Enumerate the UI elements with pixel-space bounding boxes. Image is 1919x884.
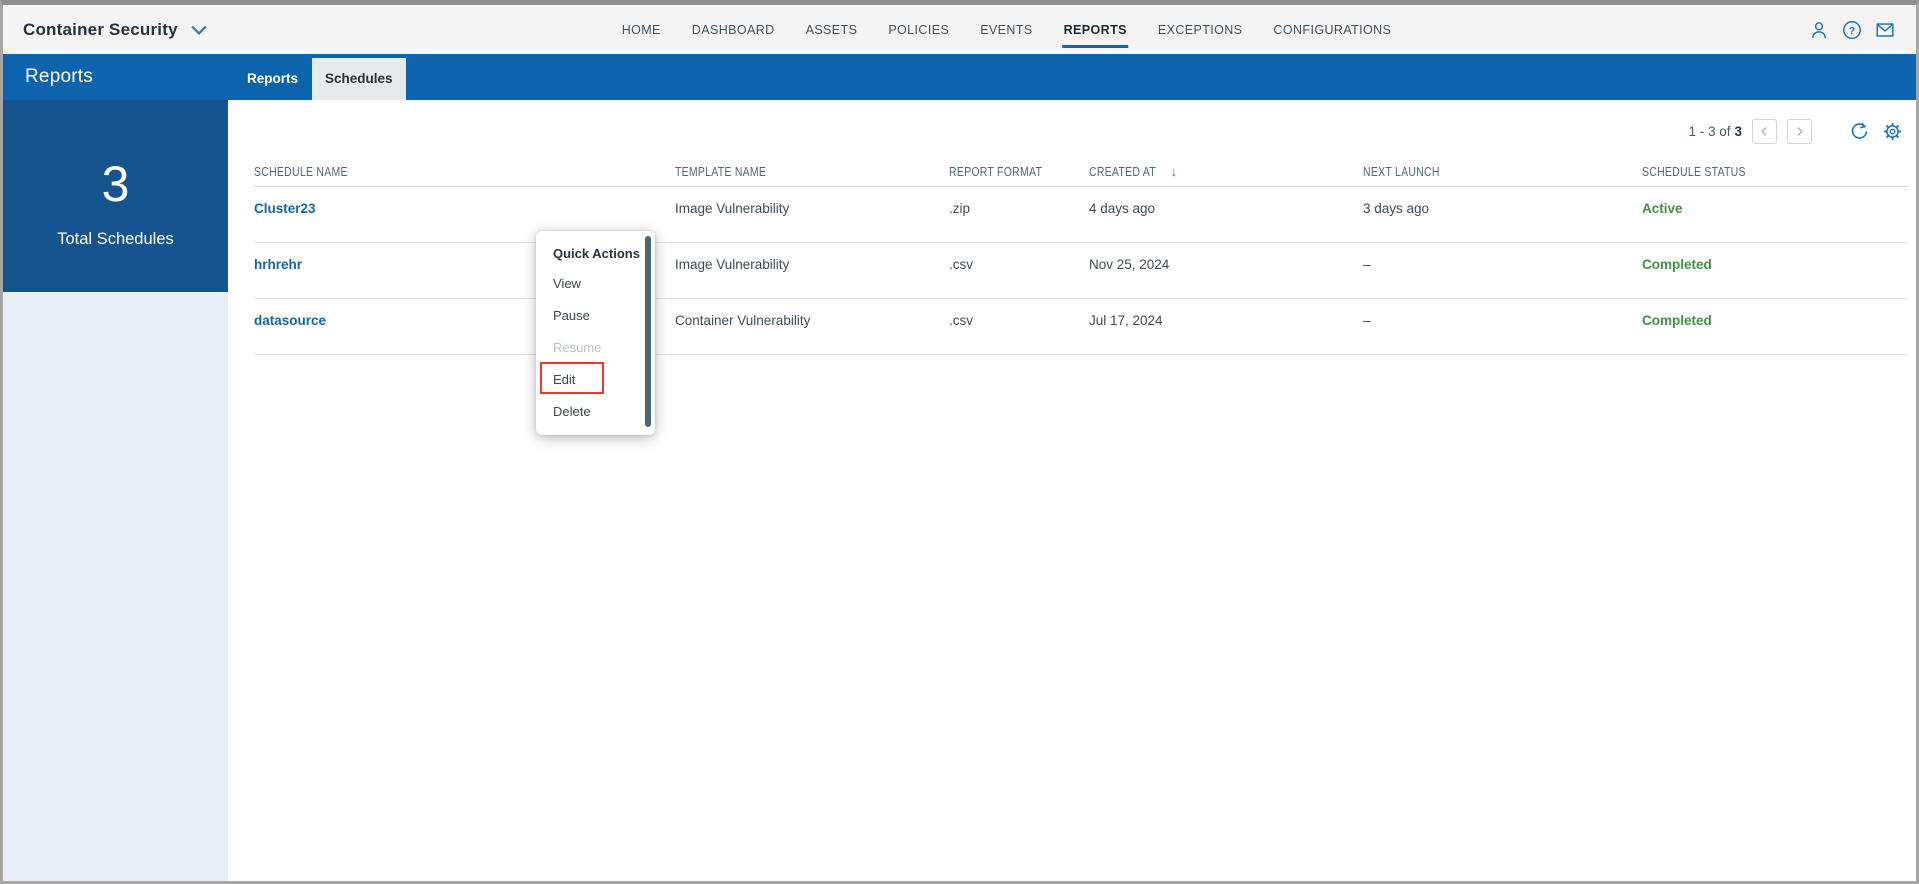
nav-item-assets[interactable]: ASSETS — [806, 23, 858, 37]
refresh-button[interactable] — [1848, 120, 1871, 143]
column-header-schedule-name[interactable]: SCHEDULE NAME — [254, 165, 675, 179]
status-badge: Active — [1642, 201, 1683, 216]
nav-item-configurations[interactable]: CONFIGURATIONS — [1273, 23, 1391, 37]
sidebar: 3 Total Schedules — [3, 100, 228, 881]
cell-next-launch: 3 days ago — [1363, 201, 1430, 216]
toolbar: 1 - 3 of 3 — [228, 100, 1916, 157]
content: 1 - 3 of 3 SCHEDULE NAME TEMPLATE NAME R… — [228, 100, 1916, 881]
cell-created-at: Nov 25, 2024 — [1089, 257, 1170, 272]
status-badge: Completed — [1642, 313, 1712, 328]
svg-text:?: ? — [1849, 24, 1855, 36]
app-header: Container Security HOME DASHBOARD ASSETS… — [3, 5, 1916, 54]
table-row: Cluster23 Image Vulnerability .zip 4 day… — [254, 187, 1908, 243]
settings-button[interactable] — [1882, 121, 1903, 142]
menu-scrollbar[interactable] — [645, 236, 651, 427]
page-bar: Reports Reports Schedules — [3, 54, 1916, 100]
chevron-right-icon — [1797, 127, 1803, 136]
top-nav: HOME DASHBOARD ASSETS POLICIES EVENTS RE… — [622, 23, 1392, 48]
menu-item-pause[interactable]: Pause — [536, 300, 655, 332]
menu-item-view[interactable]: View — [536, 268, 655, 300]
quick-actions-title: Quick Actions — [553, 246, 640, 261]
user-icon[interactable] — [1808, 19, 1830, 41]
menu-item-edit[interactable]: Edit — [536, 362, 655, 396]
product-switcher[interactable]: Container Security — [23, 19, 210, 41]
schedule-link[interactable]: datasource — [254, 313, 326, 328]
pagination-prev-button[interactable] — [1752, 119, 1777, 144]
table-header-row: SCHEDULE NAME TEMPLATE NAME REPORT FORMA… — [254, 157, 1908, 187]
nav-item-policies[interactable]: POLICIES — [888, 23, 949, 37]
tab-reports[interactable]: Reports — [233, 58, 312, 100]
column-header-report-format[interactable]: REPORT FORMAT — [949, 165, 1089, 179]
cell-template-name: Image Vulnerability — [675, 201, 790, 216]
stat-value: 3 — [101, 156, 130, 212]
menu-item-delete[interactable]: Delete — [536, 396, 655, 428]
page-title: Reports — [25, 66, 93, 87]
gear-icon — [1883, 122, 1902, 141]
chevron-left-icon — [1761, 127, 1767, 136]
cell-report-format: .csv — [949, 257, 974, 272]
mail-icon[interactable] — [1874, 19, 1896, 41]
cell-created-at: Jul 17, 2024 — [1089, 313, 1163, 328]
pagination-next-button[interactable] — [1787, 119, 1812, 144]
cell-template-name: Image Vulnerability — [675, 257, 790, 272]
tab-schedules[interactable]: Schedules — [312, 58, 406, 100]
table-row: datasource Container Vulnerability .csv … — [254, 299, 1908, 355]
help-icon[interactable]: ? — [1841, 19, 1863, 41]
cell-template-name: Container Vulnerability — [675, 313, 811, 328]
nav-item-reports[interactable]: REPORTS — [1062, 23, 1129, 48]
chevron-down-icon — [191, 25, 207, 35]
schedule-link[interactable]: hrhrehr — [254, 257, 302, 272]
header-icons: ? — [1808, 19, 1896, 41]
nav-item-dashboard[interactable]: DASHBOARD — [692, 23, 775, 37]
stat-label: Total Schedules — [57, 230, 174, 248]
cell-report-format: .zip — [949, 201, 971, 216]
schedule-link[interactable]: Cluster23 — [254, 201, 316, 216]
nav-item-events[interactable]: EVENTS — [980, 23, 1032, 37]
sort-desc-icon: ↓ — [1170, 164, 1178, 179]
product-title: Container Security — [23, 19, 178, 39]
status-badge: Completed — [1642, 257, 1712, 272]
schedules-table: SCHEDULE NAME TEMPLATE NAME REPORT FORMA… — [254, 157, 1908, 355]
cell-created-at: 4 days ago — [1089, 201, 1156, 216]
table-row: hrhrehr Image Vulnerability .csv Nov 25,… — [254, 243, 1908, 299]
app-window: Container Security HOME DASHBOARD ASSETS… — [0, 0, 1919, 884]
cell-next-launch: – — [1363, 313, 1371, 328]
refresh-icon — [1851, 122, 1868, 139]
menu-item-edit-label: Edit — [553, 372, 576, 387]
nav-item-home[interactable]: HOME — [622, 23, 661, 37]
column-header-created-at[interactable]: CREATED AT ↓ — [1089, 164, 1363, 179]
column-header-template-name[interactable]: TEMPLATE NAME — [675, 165, 949, 179]
main-area: 3 Total Schedules 1 - 3 of 3 SCHEDULE NA… — [3, 100, 1916, 881]
column-header-next-launch[interactable]: NEXT LAUNCH — [1363, 165, 1642, 179]
pagination-range: 1 - 3 of — [1688, 124, 1731, 139]
cell-report-format: .csv — [949, 313, 974, 328]
pagination-total: 3 — [1734, 124, 1742, 139]
menu-item-resume: Resume — [553, 340, 602, 355]
cell-next-launch: – — [1363, 257, 1371, 272]
page-tabs: Reports Schedules — [233, 54, 406, 100]
column-header-schedule-status[interactable]: SCHEDULE STATUS — [1642, 165, 1908, 179]
total-schedules-card: 3 Total Schedules — [3, 100, 228, 292]
quick-actions-menu: Quick Actions View Pause Resume Edit Del… — [536, 231, 655, 435]
nav-item-exceptions[interactable]: EXCEPTIONS — [1158, 23, 1243, 37]
